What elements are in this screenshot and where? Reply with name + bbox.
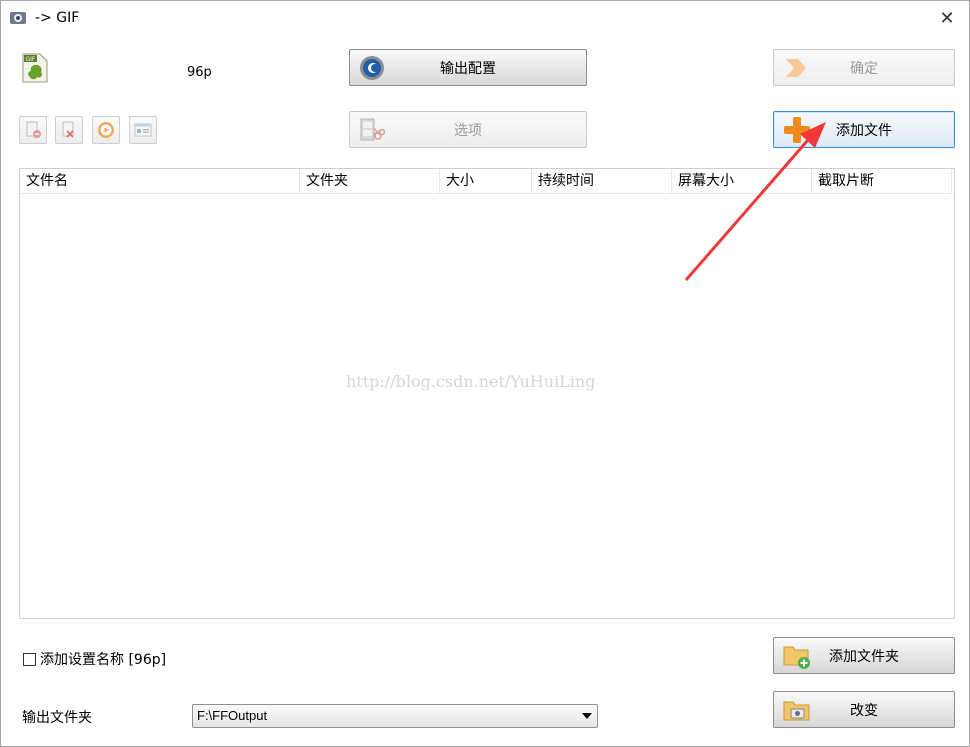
gif-file-icon: GIF [22, 53, 48, 83]
output-folder-select[interactable]: F:\FFOutput [192, 704, 598, 728]
confirm-button[interactable]: 确定 [773, 49, 955, 86]
add-file-label: 添加文件 [836, 122, 892, 139]
confirm-label: 确定 [850, 60, 878, 77]
title-bar: -> GIF ✕ [1, 1, 969, 35]
folder-add-icon [783, 646, 810, 669]
output-folder-value: F:\FFOutput [197, 708, 268, 723]
folder-camera-icon [783, 701, 810, 720]
add-preset-name-label: 添加设置名称 [96p] [40, 652, 167, 668]
add-folder-button[interactable]: 添加文件夹 [773, 637, 955, 674]
watermark-text: http://blog.csdn.net/YuHuiLing [346, 372, 596, 391]
remove-file-icon [26, 121, 41, 138]
output-config-button[interactable]: 输出配置 [349, 49, 587, 86]
info-button[interactable] [129, 116, 157, 144]
main-window: -> GIF ✕ GIF 96p 输出配置 确定 选项 添加文件 文件名 文件夹… [0, 0, 970, 747]
film-scissors-icon [360, 118, 386, 140]
file-list[interactable]: 文件名 文件夹 大小 持续时间 屏幕大小 截取片断 http://blog.cs… [19, 168, 955, 619]
play-button[interactable] [92, 116, 120, 144]
file-list-header: 文件名 文件夹 大小 持续时间 屏幕大小 截取片断 [20, 169, 954, 194]
options-button[interactable]: 选项 [349, 111, 587, 148]
gear-icon [360, 55, 384, 80]
column-header-clip[interactable]: 截取片断 [812, 169, 952, 193]
play-icon [98, 122, 114, 138]
change-button[interactable]: 改变 [773, 691, 955, 728]
options-label: 选项 [454, 122, 482, 139]
app-icon [10, 12, 26, 24]
media-info-icon [134, 123, 152, 137]
window-title: -> GIF [35, 10, 80, 26]
column-header-folder[interactable]: 文件夹 [300, 169, 440, 193]
clear-button[interactable] [55, 116, 83, 144]
arrow-right-icon [786, 58, 806, 77]
column-header-filename[interactable]: 文件名 [20, 169, 300, 193]
remove-button[interactable] [19, 116, 47, 144]
column-header-duration[interactable]: 持续时间 [532, 169, 672, 193]
column-header-size[interactable]: 大小 [440, 169, 532, 193]
preset-name: 96p [187, 65, 212, 80]
change-label: 改变 [850, 702, 878, 719]
close-icon: ✕ [939, 7, 955, 29]
add-folder-label: 添加文件夹 [829, 648, 899, 665]
output-folder-label: 输出文件夹 [22, 710, 92, 726]
chevron-down-icon [582, 713, 592, 719]
column-header-screen-size[interactable]: 屏幕大小 [672, 169, 812, 193]
clear-file-icon [62, 121, 74, 138]
close-button[interactable]: ✕ [931, 3, 963, 33]
checkbox-box[interactable] [23, 652, 36, 666]
add-preset-name-checkbox[interactable]: 添加设置名称 [96p] [23, 649, 166, 669]
output-config-label: 输出配置 [440, 60, 496, 77]
svg-text:GIF: GIF [26, 56, 36, 63]
add-file-button[interactable]: 添加文件 [773, 111, 955, 148]
plus-icon [784, 116, 810, 143]
